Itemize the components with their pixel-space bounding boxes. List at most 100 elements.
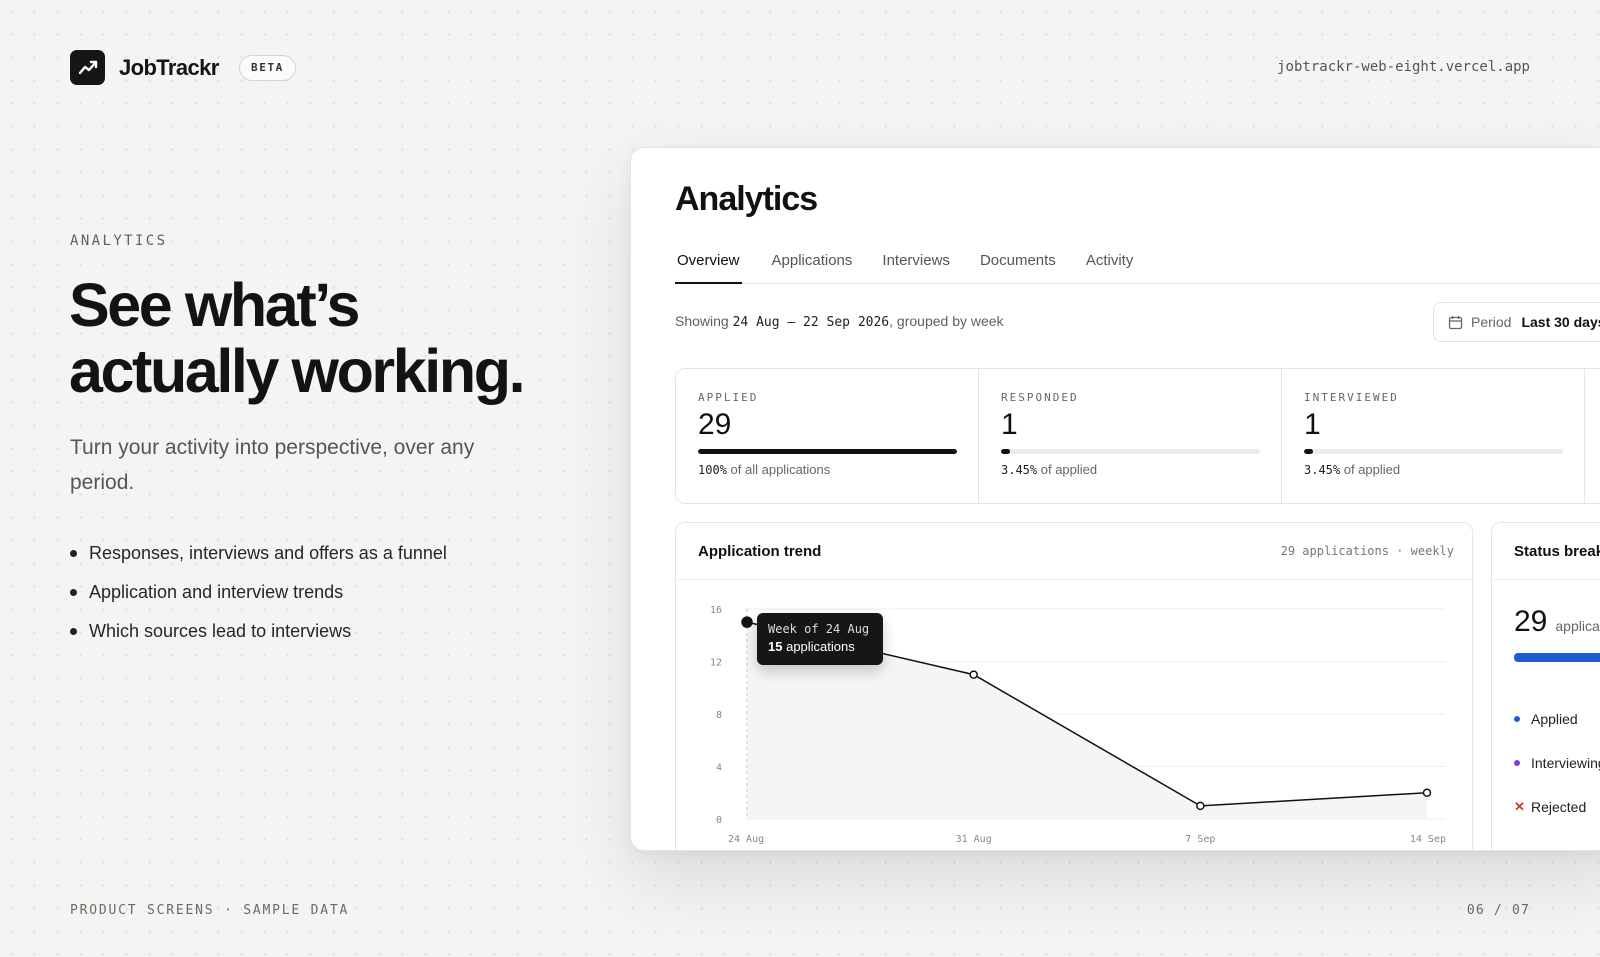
tooltip-count: 15	[768, 639, 783, 654]
tooltip-title: Week of 24 Aug	[768, 622, 870, 636]
page-counter: 06 / 07	[1466, 903, 1530, 918]
app-logo	[70, 50, 105, 85]
stat-value: 29	[698, 408, 732, 441]
feature-item: Which sources lead to interviews	[70, 612, 447, 651]
showing-prefix: Showing	[675, 313, 729, 329]
bullet-dot-icon	[70, 628, 77, 635]
feature-text: Which sources lead to interviews	[89, 621, 352, 641]
stat-responded: RESPONDED 1 3.45% of applied	[979, 369, 1282, 503]
stat-interviewed: INTERVIEWED 1 3.45% of applied	[1282, 369, 1585, 503]
stat-progress	[1001, 449, 1260, 454]
site-url[interactable]: jobtrackr-web-eight.vercel.app	[1277, 59, 1530, 75]
tab-overview[interactable]: Overview	[675, 248, 742, 284]
legend-item-applied[interactable]: Applied	[1514, 697, 1600, 741]
trend-point	[969, 670, 978, 679]
x-tick-label: 14 Sep	[1410, 834, 1446, 845]
stat-value: 1	[1304, 408, 1321, 441]
close-icon: ✕	[1514, 799, 1525, 814]
tooltip-value: 15 applications	[768, 639, 872, 654]
y-tick-label: 4	[716, 763, 722, 774]
card-title: Application trend	[698, 542, 822, 560]
stat-progress-fill	[1001, 449, 1010, 454]
tooltip-unit: applications	[786, 639, 855, 654]
card-title: Status breakdown	[1514, 542, 1600, 560]
hero-subtitle: Turn your activity into perspective, ove…	[70, 436, 475, 494]
calendar-icon	[1448, 315, 1463, 329]
period-selector[interactable]: Period Last 30 days	[1433, 302, 1600, 342]
feature-text: Responses, interviews and offers as a fu…	[89, 543, 447, 563]
showing-range: 24 Aug – 22 Sep 2026	[732, 315, 890, 330]
section-eyebrow: ANALYTICS	[70, 233, 168, 249]
feature-list: Responses, interviews and offers as a fu…	[70, 534, 447, 651]
period-value: Last 30 days	[1521, 314, 1600, 330]
status-breakdown-card: Status breakdown 29 applications Applied…	[1491, 522, 1600, 850]
card-header: Application trend 29 applications · week…	[676, 523, 1472, 580]
stat-progress-fill	[698, 449, 957, 454]
status-bar	[1514, 653, 1600, 662]
feature-item: Application and interview trends	[70, 573, 447, 612]
stat-value: 1	[1001, 408, 1018, 441]
stat-percent: 100%	[698, 463, 727, 477]
legend-item-interviewing[interactable]: Interviewing	[1514, 741, 1600, 785]
tab-activity[interactable]: Activity	[1086, 248, 1134, 284]
trend-point	[1422, 788, 1432, 797]
stat-note: 3.45% of applied	[1001, 462, 1259, 477]
chart-tooltip: Week of 24 Aug 15 applications	[757, 613, 883, 665]
stat-percent: 3.45%	[1304, 463, 1341, 477]
x-tick-label: 24 Aug	[728, 834, 764, 845]
status-legend: Applied Interviewing ✕ Rejected	[1514, 697, 1600, 829]
app-window: Analytics Overview Applications Intervie…	[630, 147, 1600, 851]
stat-progress-fill	[1304, 449, 1313, 454]
stat-note: 100% of all applications	[698, 462, 956, 477]
status-total-value: 29	[1514, 605, 1548, 638]
stat-label: INTERVIEWED	[1304, 391, 1399, 404]
y-tick-label: 16	[710, 605, 722, 616]
bullet-dot-icon	[70, 550, 77, 557]
trend-point	[1196, 801, 1205, 811]
y-tick-label: 0	[716, 815, 722, 826]
legend-label: Interviewing	[1531, 755, 1600, 771]
stat-progress	[1304, 449, 1563, 454]
tab-interviews[interactable]: Interviews	[882, 248, 950, 284]
card-meta: 29 applications · weekly	[1280, 544, 1454, 558]
stat-label: APPLIED	[698, 391, 759, 404]
stat-note-text: of all applications	[730, 462, 831, 477]
tab-bar: Overview Applications Interviews Documen…	[675, 248, 1600, 284]
application-trend-card: Application trend 29 applications · week…	[675, 522, 1473, 850]
showing-suffix: , grouped by week	[889, 313, 1004, 329]
bullet-dot-icon	[70, 589, 77, 596]
stat-progress	[698, 449, 957, 454]
hero-title-line-2: actually working.	[69, 337, 526, 405]
status-dot-icon	[1514, 760, 1520, 766]
stat-percent: 3.45%	[1001, 463, 1038, 477]
stat-cards: APPLIED 29 100% of all applications RESP…	[675, 368, 1600, 504]
x-tick-label: 31 Aug	[956, 834, 992, 845]
legend-label: Applied	[1531, 711, 1578, 727]
footer-caption: PRODUCT SCREENS · SAMPLE DATA	[70, 903, 350, 918]
feature-item: Responses, interviews and offers as a fu…	[70, 534, 447, 573]
trend-point-active	[741, 616, 753, 628]
hero-title-line-1: See what’s	[69, 271, 360, 339]
legend-item-rejected[interactable]: ✕ Rejected	[1514, 785, 1600, 829]
brand-name: JobTrackr	[119, 55, 219, 80]
beta-badge: BETA	[239, 55, 296, 81]
status-total-label: applications	[1555, 618, 1600, 634]
date-range-summary: Showing 24 Aug – 22 Sep 2026, grouped by…	[675, 313, 1004, 330]
stat-note: 3.45% of applied	[1304, 462, 1562, 477]
status-dot-icon	[1514, 716, 1520, 722]
status-total: 29 applications	[1514, 605, 1600, 639]
tab-documents[interactable]: Documents	[980, 248, 1056, 284]
stat-label: RESPONDED	[1001, 391, 1079, 404]
hero-title: See what’s actually working.	[69, 272, 609, 404]
tab-applications[interactable]: Applications	[772, 248, 853, 284]
legend-label: Rejected	[1531, 799, 1587, 815]
y-tick-label: 12	[710, 658, 722, 669]
stat-note-text: of applied	[1040, 462, 1098, 477]
page-title: Analytics	[675, 180, 818, 218]
stat-applied: APPLIED 29 100% of all applications	[676, 369, 979, 503]
trend-up-icon	[78, 60, 97, 74]
stat-note-text: of applied	[1343, 462, 1401, 477]
feature-text: Application and interview trends	[89, 582, 344, 602]
y-tick-label: 8	[716, 710, 722, 721]
x-tick-label: 7 Sep	[1185, 834, 1215, 845]
